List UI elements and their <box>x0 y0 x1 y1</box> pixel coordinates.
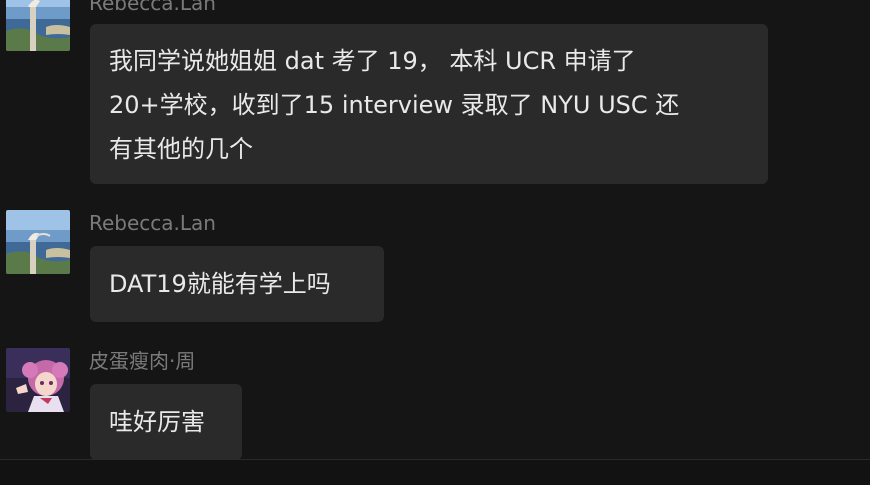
sender-name[interactable]: 皮蛋瘦肉·周 <box>89 349 195 373</box>
message-bubble[interactable]: 我同学说她姐姐 dat 考了 19， 本科 UCR 申请了 20+学校，收到了1… <box>90 24 768 184</box>
coastal-cliff-avatar[interactable] <box>6 0 70 51</box>
message-text-line: 20+学校，收到了15 interview 录取了 NYU USC 还 <box>109 91 680 119</box>
anime-girl-avatar[interactable] <box>6 348 70 412</box>
sender-name[interactable]: Rebecca.Lan <box>89 211 216 235</box>
avatar-image <box>6 348 70 412</box>
message-text-line: 哇好厉害 <box>109 408 205 436</box>
avatar-image <box>6 210 70 274</box>
sender-name[interactable]: Rebecca.Lan <box>89 0 216 15</box>
message-text-line: 有其他的几个 <box>109 135 253 163</box>
avatar-image <box>6 0 70 51</box>
chat-input-area-edge <box>0 459 870 485</box>
message-text-line: DAT19就能有学上吗 <box>109 270 331 298</box>
message-bubble[interactable]: DAT19就能有学上吗 <box>90 246 384 322</box>
message-text-line: 我同学说她姐姐 dat 考了 19， 本科 UCR 申请了 <box>109 47 636 75</box>
message-bubble[interactable]: 哇好厉害 <box>90 384 242 460</box>
coastal-cliff-avatar[interactable] <box>6 210 70 274</box>
